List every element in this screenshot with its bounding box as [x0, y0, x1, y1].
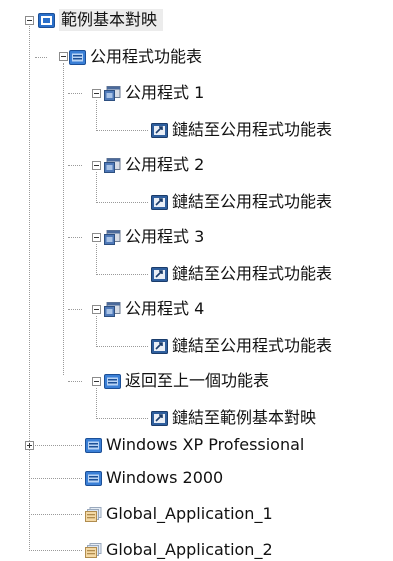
tree-node-app-menu[interactable]: 公用程式功能表 — [69, 46, 202, 68]
tree-node-label: 鏈結至範例基本對映 — [172, 408, 317, 427]
tree-node-link[interactable]: 鏈結至公用程式功能表 — [151, 191, 332, 213]
tree-node-label: 鏈結至公用程式功能表 — [172, 120, 333, 139]
tree-connector — [96, 316, 97, 347]
tree-node-global-app-2[interactable]: Global_Application_2 — [85, 539, 273, 561]
menu-icon — [104, 374, 121, 389]
collapse-toggle-app-3[interactable] — [92, 233, 101, 242]
tree-connector — [68, 309, 82, 310]
collapse-toggle-app-4[interactable] — [92, 305, 101, 314]
application-icon — [104, 158, 121, 173]
tree-connector — [96, 346, 148, 347]
tree-node-label: Global_Application_2 — [106, 540, 273, 559]
global-application-icon — [85, 543, 102, 558]
tree-node-app-2[interactable]: 公用程式 2 — [104, 154, 204, 176]
tree-connector — [68, 93, 82, 94]
tree-connector — [96, 274, 148, 275]
tree-connector — [96, 244, 97, 275]
collapse-toggle-app-2[interactable] — [92, 161, 101, 170]
menu-icon — [85, 471, 102, 486]
collapse-toggle-root[interactable] — [25, 16, 34, 25]
tree-node-link[interactable]: 鏈結至公用程式功能表 — [151, 119, 332, 141]
tree-node-app-1[interactable]: 公用程式 1 — [104, 82, 204, 104]
menu-icon — [85, 438, 102, 453]
link-icon — [151, 267, 168, 282]
tree-connector — [96, 418, 148, 419]
tree-connector — [96, 388, 97, 419]
tree-node-label: 鏈結至公用程式功能表 — [172, 264, 333, 283]
tree-connector — [29, 550, 82, 551]
tree-connector — [35, 57, 47, 58]
tree-connector — [96, 172, 97, 203]
tree-connector — [96, 202, 148, 203]
tree-connector — [63, 63, 64, 375]
link-icon — [151, 411, 168, 426]
tree-node-label: Windows XP Professional — [106, 435, 305, 454]
tree-node-app-3[interactable]: 公用程式 3 — [104, 226, 204, 248]
tree-node-label: 公用程式 3 — [125, 227, 205, 246]
tree-connector — [96, 100, 97, 131]
tree-node-label: 返回至上一個功能表 — [125, 371, 270, 390]
link-icon — [151, 195, 168, 210]
tree-node-label: 公用程式 2 — [125, 155, 205, 174]
application-icon — [104, 302, 121, 317]
expand-toggle-windows-xp[interactable] — [25, 441, 34, 450]
tree-connector — [68, 237, 82, 238]
tree-node-label: 公用程式 4 — [125, 299, 205, 318]
tree-node-windows-xp[interactable]: Windows XP Professional — [85, 434, 304, 456]
tree-node-windows-2000[interactable]: Windows 2000 — [85, 467, 223, 489]
tree-connector — [29, 478, 82, 479]
tree-node-root[interactable]: 範例基本對映 — [38, 9, 164, 31]
tree-node-label: 公用程式功能表 — [90, 47, 203, 66]
tree-node-back-menu[interactable]: 返回至上一個功能表 — [104, 370, 269, 392]
tree-connector — [35, 445, 82, 446]
tree-node-label: 範例基本對映 — [59, 9, 164, 31]
tree-node-label: Global_Application_1 — [106, 504, 273, 523]
tree-connector — [29, 26, 30, 551]
tree-node-global-app-1[interactable]: Global_Application_1 — [85, 503, 273, 525]
tree-connector — [68, 165, 82, 166]
collapse-toggle-app-menu[interactable] — [59, 52, 68, 61]
tree-node-link[interactable]: 鏈結至公用程式功能表 — [151, 335, 332, 357]
menu-icon — [69, 50, 86, 65]
global-application-icon — [85, 507, 102, 522]
tree-node-label: 公用程式 1 — [125, 83, 205, 102]
tree-connector — [68, 381, 82, 382]
tree-connector — [29, 514, 82, 515]
map-tree: 範例基本對映 公用程式功能表 公用程式 1 鏈結至公用程式功能表 公用程式 2 … — [0, 0, 393, 561]
menu-map-icon — [38, 13, 55, 28]
tree-node-label: 鏈結至公用程式功能表 — [172, 336, 333, 355]
tree-node-link[interactable]: 鏈結至範例基本對映 — [151, 407, 316, 429]
collapse-toggle-app-1[interactable] — [92, 89, 101, 98]
collapse-toggle-back[interactable] — [92, 377, 101, 386]
tree-node-app-4[interactable]: 公用程式 4 — [104, 298, 204, 320]
link-icon — [151, 339, 168, 354]
tree-connector — [96, 130, 148, 131]
tree-node-label: 鏈結至公用程式功能表 — [172, 192, 333, 211]
application-icon — [104, 86, 121, 101]
tree-node-label: Windows 2000 — [106, 468, 224, 487]
application-icon — [104, 230, 121, 245]
link-icon — [151, 123, 168, 138]
tree-node-link[interactable]: 鏈結至公用程式功能表 — [151, 263, 332, 285]
